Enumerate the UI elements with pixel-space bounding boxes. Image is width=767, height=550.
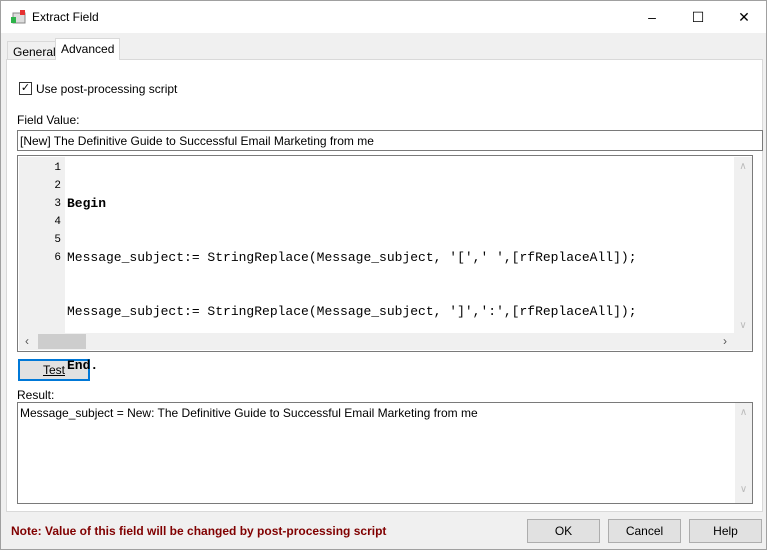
field-value-label: Field Value: — [17, 113, 80, 127]
result-scrollbar[interactable]: ∧ ∨ — [735, 403, 752, 503]
use-script-checkbox[interactable]: ✓ — [19, 82, 32, 95]
close-button[interactable]: ✕ — [721, 1, 767, 33]
vertical-scrollbar[interactable]: ∧ ∨ — [734, 157, 752, 333]
line-gutter: 1 2 3 4 5 6 — [19, 157, 65, 333]
use-script-label: Use post-processing script — [36, 82, 178, 96]
tab-advanced[interactable]: Advanced — [55, 38, 121, 60]
line-number: 3 — [54, 198, 61, 210]
ok-button[interactable]: OK — [527, 519, 600, 543]
code-line: Begin — [67, 196, 107, 211]
line-number: 1 — [54, 162, 61, 174]
test-button-label: Test — [42, 363, 65, 377]
code-line: Message_subject:= StringReplace(Message_… — [67, 304, 637, 319]
code-line: Message_subject:= StringReplace(Message_… — [67, 250, 637, 265]
maximize-button[interactable]: ☐ — [675, 1, 721, 33]
result-box[interactable]: Message_subject = New: The Definitive Gu… — [17, 402, 753, 504]
line-number: 2 — [54, 180, 61, 192]
result-label: Result: — [17, 388, 55, 402]
mail-extract-icon — [11, 10, 26, 24]
help-button[interactable]: Help — [689, 519, 762, 543]
line-number: 4 — [54, 216, 61, 228]
tab-general[interactable]: General — [7, 41, 62, 59]
line-number: 6 — [54, 252, 61, 264]
minimize-button[interactable]: – — [629, 1, 675, 33]
title-bar: Extract Field – ☐ ✕ — [1, 1, 766, 33]
cancel-button[interactable]: Cancel — [608, 519, 681, 543]
field-value-input[interactable]: [New] The Definitive Guide to Successful… — [17, 130, 763, 151]
code-line: End. — [67, 358, 99, 373]
window-title: Extract Field — [32, 10, 99, 24]
script-editor[interactable]: 1 2 3 4 5 6 Begin Message_subject:= Stri… — [17, 155, 753, 373]
line-number: 5 — [54, 234, 61, 246]
post-processing-note: Note: Value of this field will be change… — [11, 524, 387, 538]
